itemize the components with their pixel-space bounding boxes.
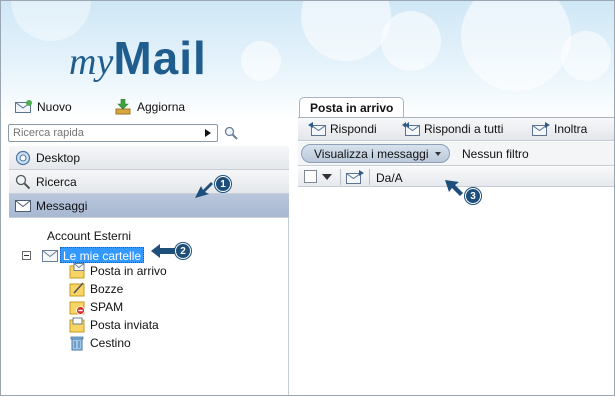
quick-search-box [8, 124, 218, 142]
callout-badge-1: 1 [215, 176, 231, 192]
nav-item-messages[interactable]: Messaggi [9, 194, 289, 218]
filter-bar: Visualizza i messaggi Nessun filtro [298, 142, 614, 166]
reply-button[interactable]: Rispondi [308, 122, 377, 136]
search-icon[interactable] [224, 126, 238, 140]
nav-label-search: Ricerca [36, 174, 77, 189]
new-label: Nuovo [37, 100, 72, 114]
no-filter-label: Nessun filtro [462, 147, 529, 161]
reply-all-label: Rispondi a tutti [424, 122, 504, 136]
envelope-icon [15, 199, 31, 212]
logo-my: my [69, 41, 114, 83]
nav-label-messages: Messaggi [36, 198, 88, 213]
new-mail-icon [15, 100, 32, 113]
folder-spam[interactable]: SPAM [69, 299, 123, 315]
search-go-arrow-icon[interactable] [205, 129, 211, 137]
arrow-left-icon [151, 244, 175, 258]
inbox-folder-icon [69, 263, 85, 279]
callout-3: 3 [443, 174, 481, 204]
column-from-to[interactable]: Da/A [376, 171, 403, 185]
column-separator [369, 169, 370, 185]
spam-folder-icon [69, 301, 85, 315]
reply-label: Rispondi [330, 122, 377, 136]
logo-mail: Mail [113, 32, 207, 84]
select-all-checkbox[interactable] [304, 170, 317, 183]
callout-2: 2 [151, 243, 191, 259]
download-refresh-icon [115, 99, 131, 115]
view-messages-label: Visualizza i messaggi [314, 146, 429, 161]
drafts-folder-icon [69, 282, 85, 297]
column-separator [340, 169, 341, 185]
folder-label: Posta inviata [90, 318, 159, 332]
message-pane: Posta in arrivo Rispondi Rispondi a tutt… [298, 97, 614, 395]
reply-all-button[interactable]: Rispondi a tutti [402, 122, 503, 136]
forward-label: Inoltra [554, 122, 588, 136]
nav-item-desktop[interactable]: Desktop [9, 146, 289, 170]
folder-label: Bozze [90, 282, 124, 296]
forward-icon [532, 122, 550, 136]
folder-envelope-icon [42, 250, 58, 262]
nav-item-search[interactable]: Ricerca [9, 170, 289, 194]
select-menu-chevron-icon[interactable] [322, 174, 332, 180]
folder-drafts[interactable]: Bozze [69, 281, 123, 297]
callout-1: 1 [193, 168, 231, 200]
folder-sent[interactable]: Posta inviata [69, 317, 159, 333]
message-toolbar: Rispondi Rispondi a tutti Inoltra [298, 117, 614, 141]
view-messages-dropdown[interactable]: Visualizza i messaggi [301, 144, 450, 163]
collapse-toggle[interactable] [22, 251, 31, 260]
nav-label-desktop: Desktop [36, 150, 81, 165]
chevron-down-icon [434, 152, 441, 156]
forward-button[interactable]: Inoltra [532, 122, 587, 136]
my-folders-item[interactable]: Le mie cartelle [60, 247, 145, 263]
reply-all-icon [402, 122, 420, 136]
tab-inbox[interactable]: Posta in arrivo [299, 97, 405, 117]
reply-icon [308, 122, 326, 136]
folder-label: Posta in arrivo [90, 264, 167, 278]
callout-badge-3: 3 [465, 188, 481, 204]
folder-trash[interactable]: Cestino [69, 335, 131, 351]
folder-inbox[interactable]: Posta in arrivo [69, 263, 167, 279]
trash-icon [70, 336, 84, 351]
new-button[interactable]: Nuovo [15, 98, 72, 116]
callout-badge-2: 2 [175, 243, 191, 259]
arrow-pointer-up-icon [445, 180, 463, 196]
refresh-button[interactable]: Aggiorna [115, 98, 185, 116]
quick-search-input[interactable] [9, 125, 197, 141]
folder-label: SPAM [90, 300, 124, 314]
app-window: myMail Nuovo Aggiorna Desktop [0, 0, 615, 396]
desktop-icon [15, 150, 31, 165]
left-navigation-pane: Desktop Ricerca Messaggi Account Esterni… [9, 146, 289, 395]
magnifier-icon [15, 174, 31, 189]
sent-folder-icon [69, 317, 85, 333]
arrow-pointer-icon [195, 182, 213, 198]
folder-label: Cestino [90, 336, 131, 350]
external-accounts-label[interactable]: Account Esterni [47, 229, 131, 243]
refresh-label: Aggiorna [137, 100, 186, 114]
app-logo: myMail [69, 31, 207, 85]
message-type-column-icon[interactable] [346, 170, 364, 184]
